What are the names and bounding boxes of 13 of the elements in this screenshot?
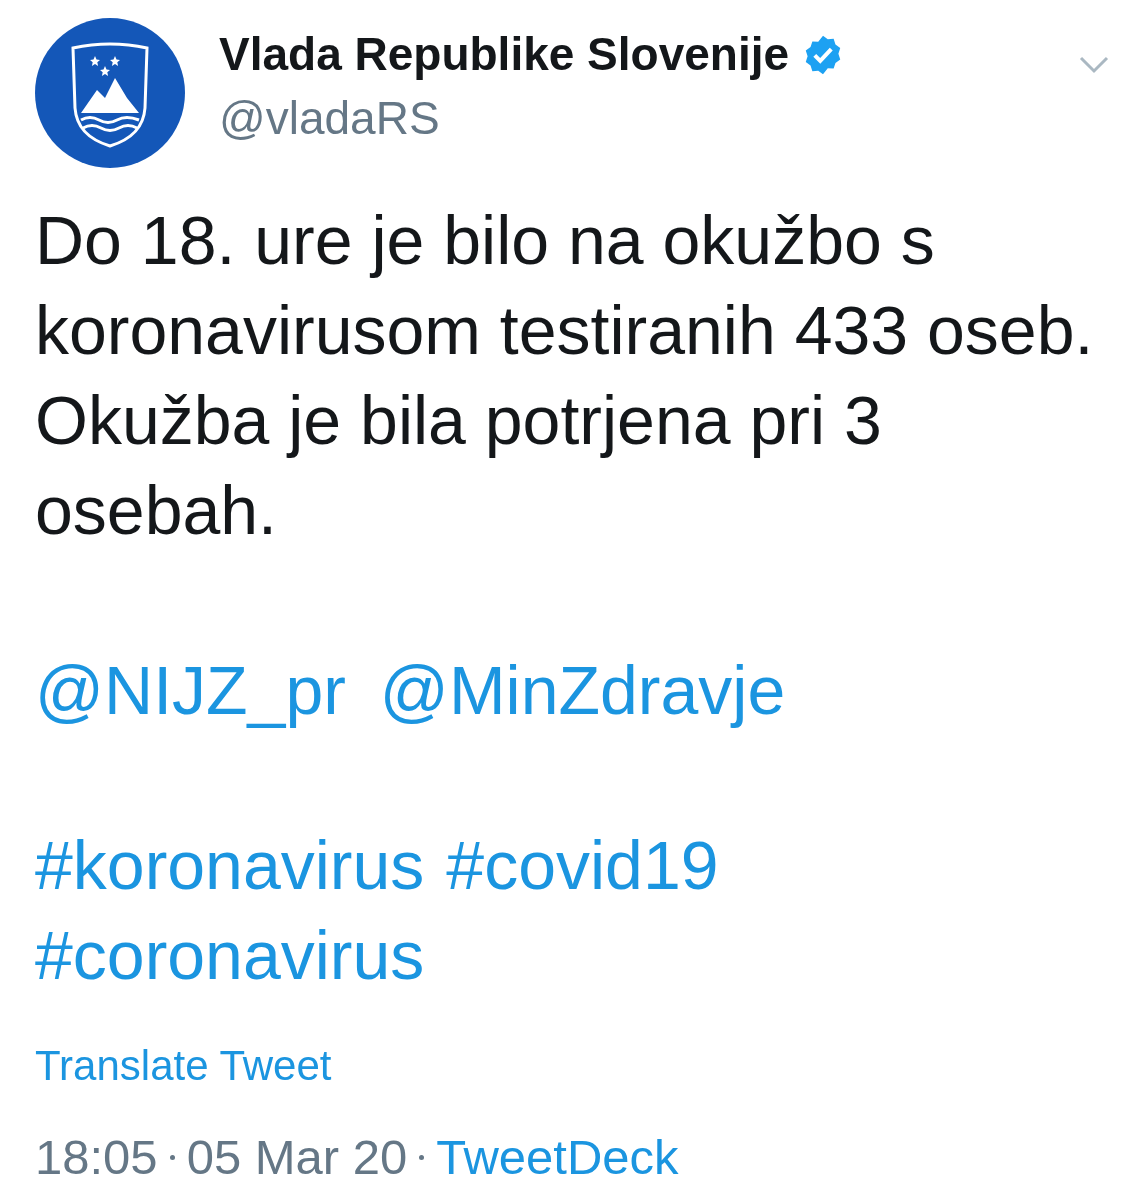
hashtag-link[interactable]: #koronavirus xyxy=(35,820,425,910)
translate-link[interactable]: Translate Tweet xyxy=(35,1040,332,1093)
hashtag-link[interactable]: #coronavirus xyxy=(35,910,425,1000)
tweet-text: Do 18. ure je bilo na okužbo s koronavirusom testiranih 433 oseb. Okužba je bila potrjena pri 3 osebah. xyxy=(35,201,1095,550)
source-link[interactable]: TweetDeck xyxy=(436,1126,679,1188)
hashtag-link[interactable]: #covid19 xyxy=(446,820,719,910)
mention-link[interactable]: @MinZdravje xyxy=(379,650,786,730)
tweet-time: 18:05 xyxy=(35,1128,158,1186)
avatar-logo[interactable] xyxy=(35,18,185,168)
user-handle[interactable]: @vladaRS xyxy=(219,89,1079,147)
author-name[interactable]: Vlada Republike Slovenije xyxy=(219,26,790,84)
tweet-date: 05 Mar 20 xyxy=(186,1128,408,1186)
mention-link[interactable]: @NIJZ_pr xyxy=(35,650,346,730)
